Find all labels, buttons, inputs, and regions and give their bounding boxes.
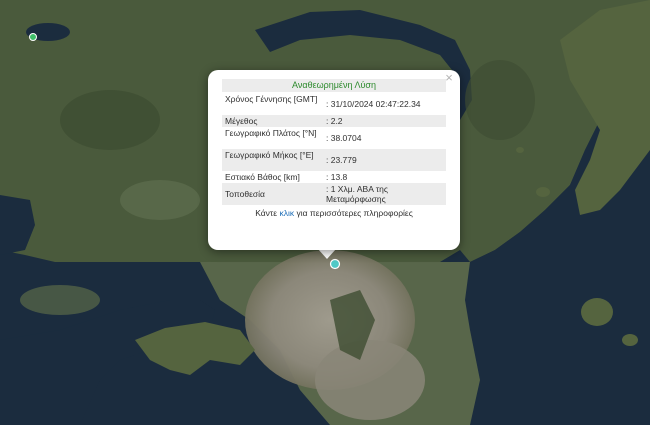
island-small-2 xyxy=(536,187,550,197)
popup-title: Αναθεωρημένη Λύση xyxy=(222,79,446,92)
table-row: Χρόνος Γέννησης [GMT] : 31/10/2024 02:47… xyxy=(222,93,446,115)
popup-footer: Κάντε κλικ για περισσότερες πληροφορίες xyxy=(222,208,446,218)
magnitude-label: Μέγεθος xyxy=(222,115,326,127)
table-row: Τοποθεσία : 1 Χλμ. ΑΒΑ της Μεταμόρφωσης xyxy=(222,183,446,205)
footer-text-before: Κάντε xyxy=(255,208,280,218)
depth-label: Εστιακό Βάθος [km] xyxy=(225,172,300,182)
terrain-patch-1 xyxy=(60,90,160,150)
location-label: Τοποθεσία xyxy=(222,183,326,205)
terrain-patch-4 xyxy=(20,285,100,315)
origin-time-label: Χρόνος Γέννησης [GMT] xyxy=(225,94,318,104)
depth-value: : 13.8 xyxy=(326,172,348,182)
longitude-label: Γεωγραφικό Μήκος [°E] xyxy=(222,149,326,171)
popup-tip xyxy=(318,249,336,259)
magnitude-value: : 2.2 xyxy=(326,115,446,127)
earthquake-marker-northwest[interactable] xyxy=(29,33,37,41)
longitude-value: : 23.779 xyxy=(326,149,446,171)
earthquake-info-popup: × Αναθεωρημένη Λύση Χρόνος Γέννησης [GMT… xyxy=(208,70,460,250)
latitude-label: Γεωγραφικό Πλάτος [°N] xyxy=(225,128,317,138)
terrain-patch-2 xyxy=(120,180,200,220)
latitude-value: : 38.0704 xyxy=(326,133,362,143)
terrain-patch-3 xyxy=(465,60,535,140)
urban-area-south xyxy=(315,340,425,420)
close-icon[interactable]: × xyxy=(442,71,456,85)
table-row: Εστιακό Βάθος [km] : 13.8 xyxy=(222,171,446,183)
footer-text-after: για περισσότερες πληροφορίες xyxy=(294,208,413,218)
origin-time-value: : 31/10/2024 02:47:22.34 xyxy=(326,99,421,109)
table-row: Γεωγραφικό Μήκος [°E] : 23.779 xyxy=(222,149,446,171)
island-small-4 xyxy=(516,147,524,153)
table-row: Μέγεθος : 2.2 xyxy=(222,115,446,127)
island-small-1 xyxy=(581,298,613,326)
earthquake-marker[interactable] xyxy=(329,258,341,270)
island-small-3 xyxy=(622,334,638,346)
location-value: : 1 Χλμ. ΑΒΑ της Μεταμόρφωσης xyxy=(326,183,446,205)
more-info-link[interactable]: κλικ xyxy=(279,208,294,218)
earthquake-details-table: Χρόνος Γέννησης [GMT] : 31/10/2024 02:47… xyxy=(222,93,446,205)
table-row: Γεωγραφικό Πλάτος [°N] : 38.0704 xyxy=(222,127,446,149)
